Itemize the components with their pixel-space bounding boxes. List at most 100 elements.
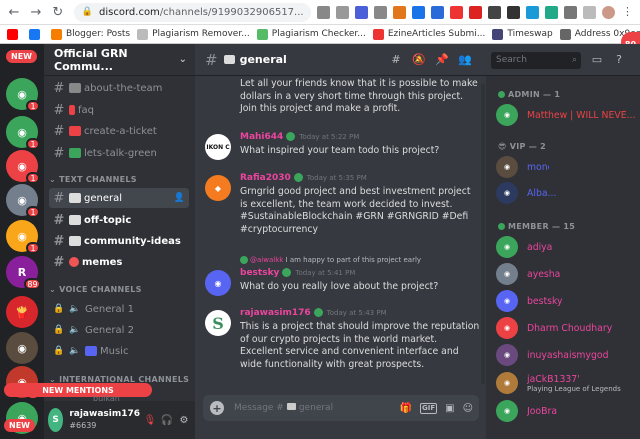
new-badge-bottom[interactable]: NEW [4,419,35,432]
message-author[interactable]: Mahi644 Today at 5:22 PM [240,132,359,142]
avatar[interactable]: ◆ [205,175,231,201]
member-item[interactable]: ◉ Matthew | WILL NEVE... [496,102,636,128]
channel-faq[interactable]: # faq [49,100,189,120]
user-panel: S rajawasim176 #6639 🎙 🎧 ⚙ [44,401,195,439]
help-icon[interactable]: ? [612,53,626,66]
reload-icon[interactable]: ↻ [50,4,66,20]
sidepanel-icon[interactable] [582,5,596,19]
channel-about-the-team[interactable]: # about-the-team [49,78,189,98]
guild-header[interactable]: Official GRN Commu... ⌄ [44,44,195,76]
avatar[interactable]: ◉ [205,270,231,296]
user-avatar[interactable]: S [48,408,64,432]
profile-avatar[interactable] [601,5,615,19]
channel-create-a-ticket[interactable]: # create-a-ticket [49,121,189,141]
share-icon[interactable] [316,5,330,19]
category-voice-channels[interactable]: ⌄ VOICE CHANNELS [49,285,142,294]
member-item[interactable]: ◉ Dharm Choudhary [496,315,636,341]
extension-icon[interactable] [449,5,463,19]
bookmark-plagiarism-remover[interactable]: Plagiarism Remover... [137,28,250,40]
member-item[interactable]: ◉ JooBra [496,398,636,424]
member-item[interactable]: ◉ mono...♛ [496,154,636,180]
extension-icon[interactable] [373,5,387,19]
member-item[interactable]: ◉ adiya [496,234,636,260]
category-text-channels[interactable]: ⌄ TEXT CHANNELS [49,175,137,184]
members-icon[interactable]: 👥 [458,53,472,67]
puzzle-icon[interactable] [563,5,577,19]
role-header-admin: ADMIN — 1 [498,90,560,99]
settings-icon[interactable]: ⚙ [177,415,191,426]
bookmark-blogger[interactable]: Blogger: Posts [51,28,130,40]
gift-icon[interactable]: 🎁 [400,403,412,414]
extension-icon[interactable] [430,5,444,19]
message-body: Grngrid good project and best investment… [240,186,471,235]
bookmark-plagiarism-checker[interactable]: Plagiarism Checker... [256,28,366,40]
inbox-icon[interactable]: ▭ [590,53,604,66]
scrollbar[interactable] [481,84,485,384]
extension-icon[interactable] [544,5,558,19]
team-icon [69,83,81,93]
emoji-icon[interactable]: ☺ [463,403,473,414]
menu-icon[interactable]: ⋮ [620,5,634,19]
add-member-icon[interactable]: 👤 [174,193,185,203]
extension-icon[interactable] [354,5,368,19]
extension-icon[interactable] [487,5,501,19]
member-name: JooBra [527,405,558,417]
message-author[interactable]: Rafia2030 Today at 5:35 PM [240,173,367,183]
extension-icon[interactable] [506,5,520,19]
bookmark-timeswap[interactable]: Timeswap [492,28,553,40]
star-icon[interactable] [335,5,349,19]
add-attachment-icon[interactable]: + [210,401,224,415]
message-input[interactable]: + Message # general 🎁 GIF ▣ ☺ [203,395,479,421]
voice-general-2[interactable]: 🔒 🔈 General 2 [49,320,189,340]
url-path: /channels/9199032906517... [159,6,304,18]
address-bar[interactable]: 🔒 discord.com/channels/9199032906517... [73,2,311,22]
channel-general[interactable]: # general 👤 [49,188,189,208]
member-item[interactable]: ◉ Alba... [496,180,636,206]
metamask-icon[interactable] [392,5,406,19]
member-name: ayesha [527,268,561,280]
channel-title: general [239,53,287,66]
reply-reference[interactable]: @aiwalkk I am happy to part of this proj… [240,256,421,264]
server-icon[interactable]: ◉ [6,332,38,364]
bookmark-youtube[interactable] [7,28,22,40]
mute-mic-icon[interactable]: 🎙 [143,415,157,426]
pin-icon[interactable]: 📌 [435,53,449,67]
forward-icon[interactable]: → [28,4,44,20]
gif-button[interactable]: GIF [419,402,438,414]
adblock-icon[interactable] [468,5,482,19]
hash-icon: # [53,102,65,118]
sticker-icon[interactable]: ▣ [445,403,454,414]
channel-lets-talk-green[interactable]: # lets-talk-green [49,143,189,163]
extensions-row: ⋮ [316,5,640,19]
channel-memes[interactable]: # memes [49,252,189,272]
extension-icon[interactable] [411,5,425,19]
server-icon[interactable]: 🍟 [6,296,38,328]
speaker-icon: 🔈 [69,346,81,356]
mute-bell-icon[interactable]: 🔕 [412,53,426,67]
timestamp: Today at 5:41 PM [295,269,356,277]
member-item[interactable]: ◉ ayesha [496,261,636,287]
music-icon [85,346,97,356]
lock-icon: 🔒 [53,304,65,314]
threads-icon[interactable]: # [389,53,403,67]
back-icon[interactable]: ← [6,4,22,20]
message-author[interactable]: rajawasim176 Today at 5:43 PM [240,308,387,318]
avatar[interactable]: IKON C [205,134,231,160]
avatar[interactable]: S [205,310,231,336]
voice-music[interactable]: 🔒 🔈 Music [49,341,189,361]
search-input[interactable]: Search ⌕ [491,52,581,69]
member-item[interactable]: ◉ bestsky [496,288,636,314]
bookmark-facebook[interactable] [29,28,44,40]
member-item[interactable]: ◉ jaCkB1337' Playing League of Legends [496,370,636,396]
message-author[interactable]: bestsky Today at 5:41 PM [240,268,355,278]
headphones-icon[interactable]: 🎧 [160,415,174,426]
extension-icon[interactable] [525,5,539,19]
new-badge-top[interactable]: NEW [6,50,37,63]
voice-general-1[interactable]: 🔒 🔈 General 1 [49,299,189,319]
channel-off-topic[interactable]: # off-topic [49,210,189,230]
channel-community-ideas[interactable]: # community-ideas [49,231,189,251]
bookmark-ezinearticles[interactable]: EzineArticles Submi... [372,28,485,40]
member-item[interactable]: ◉ inuyashaismygod [496,342,636,368]
member-list: ADMIN — 1 ◉ Matthew | WILL NEVE... 😎 VIP… [486,76,640,439]
chat-icon [69,193,81,203]
